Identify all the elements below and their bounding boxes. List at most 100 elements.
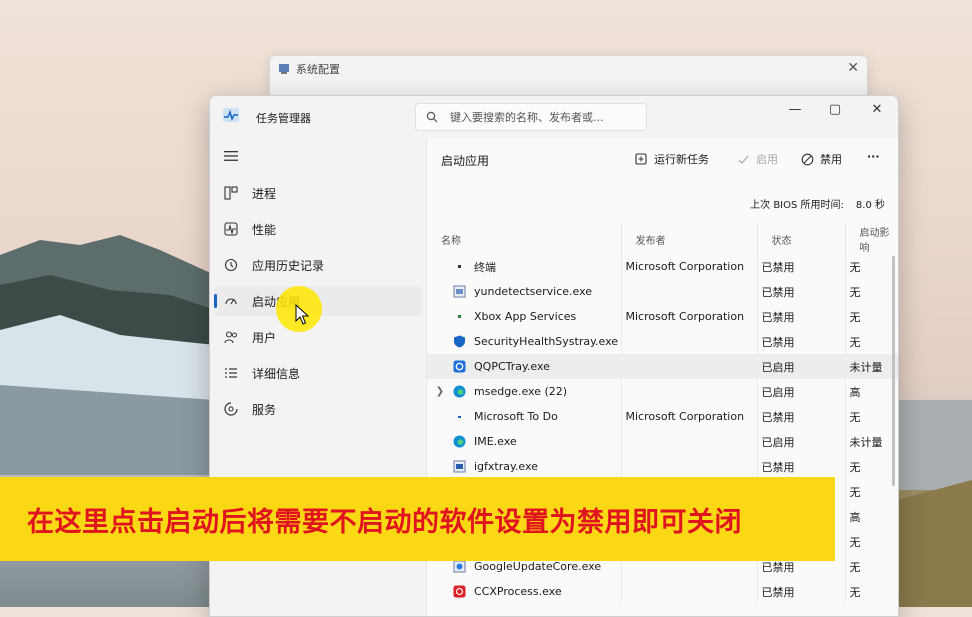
status: 已禁用 — [756, 329, 845, 354]
impact: 无 — [844, 304, 898, 329]
startup-apps-icon — [225, 298, 237, 305]
wallpaper-shore — [897, 400, 972, 607]
impact: 未计量 — [844, 354, 898, 379]
app-name: 终端 — [474, 260, 496, 274]
impact: 无 — [844, 579, 898, 604]
table-row[interactable]: SecurityHealthSystray.exe 已禁用 无 — [427, 329, 898, 354]
table-row[interactable]: CCXProcess.exe 已禁用 无 — [427, 579, 898, 604]
sidebar-item-label: 服务 — [252, 402, 277, 417]
minimize-button[interactable]: — — [780, 100, 810, 120]
app-name: IME.exe — [474, 435, 517, 448]
table-row[interactable]: igfxtray.exe 已禁用 无 — [427, 454, 898, 479]
status: 已禁用 — [756, 254, 845, 279]
block-icon — [801, 153, 814, 165]
app-name: Xbox App Services — [474, 310, 577, 323]
impact: 无 — [844, 254, 898, 279]
table-row[interactable]: yundetectservice.exe 已禁用 无 — [427, 279, 898, 304]
table-row[interactable]: Xbox App Services Microsoft Corporation … — [427, 304, 898, 329]
publisher — [620, 329, 757, 354]
publisher — [620, 579, 757, 604]
run-new-task-button[interactable]: 运行新任务 — [635, 151, 709, 167]
disable-button[interactable]: 禁用 — [801, 151, 842, 167]
status: 已禁用 — [756, 404, 845, 429]
column-publisher[interactable]: 发布者 — [620, 224, 757, 254]
users-icon — [224, 331, 237, 344]
publisher — [620, 354, 757, 379]
impact: 无 — [844, 554, 898, 579]
maximize-button[interactable]: ▢ — [820, 100, 850, 120]
sidebar-item-app-history[interactable]: 应用历史记录 — [214, 250, 422, 280]
sidebar-item-users[interactable]: 用户 — [214, 322, 422, 352]
column-name[interactable]: 名称 — [427, 224, 621, 254]
close-button[interactable]: ✕ — [862, 100, 892, 120]
status: 已启用 — [756, 429, 845, 454]
processes-icon — [224, 186, 238, 200]
bios-label: 上次 BIOS 所用时间: — [750, 200, 844, 211]
bios-time: 上次 BIOS 所用时间: 8.0 秒 — [738, 196, 885, 211]
impact: 无 — [844, 529, 898, 554]
hamburger-menu-icon[interactable] — [224, 150, 238, 162]
app-name: igfxtray.exe — [474, 460, 538, 473]
search-icon — [426, 111, 438, 123]
search-box[interactable]: 键入要搜索的名称、发布者或... — [415, 103, 647, 131]
shield-icon — [454, 335, 465, 348]
expand-chevron-icon[interactable]: ❯ — [427, 386, 453, 397]
publisher — [620, 379, 757, 404]
impact: 未计量 — [844, 429, 898, 454]
table-row[interactable]: 终端 Microsoft Corporation 已禁用 无 — [427, 254, 898, 279]
table-row[interactable]: IME.exe 已启用 未计量 — [427, 429, 898, 454]
table-row[interactable]: QQPCTray.exe 已启用 未计量 — [427, 354, 898, 379]
publisher: Microsoft Corporation — [620, 404, 757, 429]
exe-file-icon — [453, 460, 466, 473]
more-options-button[interactable]: ··· — [867, 150, 880, 163]
publisher: Microsoft Corporation — [620, 254, 757, 279]
details-icon — [225, 368, 237, 378]
status: 已禁用 — [756, 304, 845, 329]
publisher — [620, 429, 757, 454]
app-name: msedge.exe (22) — [474, 385, 568, 398]
adobe-ccx-icon — [453, 585, 466, 598]
impact: 无 — [844, 479, 898, 504]
app-name: QQPCTray.exe — [474, 360, 550, 373]
sidebar-item-services[interactable]: 服务 — [214, 394, 422, 424]
impact: 无 — [844, 454, 898, 479]
sidebar-item-label: 用户 — [252, 330, 277, 345]
impact: 无 — [844, 404, 898, 429]
run-task-icon — [635, 152, 647, 165]
disable-label: 禁用 — [820, 153, 842, 166]
edge-icon — [453, 435, 466, 448]
mouse-pointer-icon — [295, 304, 309, 325]
sidebar-item-label: 进程 — [252, 186, 277, 201]
status: 已禁用 — [756, 579, 845, 604]
enable-label: 启用 — [756, 153, 778, 166]
status: 已启用 — [756, 379, 845, 404]
todo-app-icon — [458, 416, 461, 418]
status: 已禁用 — [756, 279, 845, 304]
google-update-icon — [453, 560, 466, 573]
impact: 无 — [844, 279, 898, 304]
search-placeholder: 键入要搜索的名称、发布者或... — [450, 111, 604, 124]
system-config-titlebar: 系统配置 — [270, 56, 867, 82]
table-row[interactable]: Microsoft To Do Microsoft Corporation 已禁… — [427, 404, 898, 429]
page-title: 启动应用 — [441, 154, 490, 168]
edge-icon — [453, 385, 466, 398]
sidebar-item-performance[interactable]: 性能 — [214, 214, 422, 244]
task-manager-logo-icon — [223, 108, 239, 122]
table-row[interactable]: ❯ msedge.exe (22) 已启用 高 — [427, 379, 898, 404]
sidebar-item-details[interactable]: 详细信息 — [214, 358, 422, 388]
instruction-banner: 在这里点击启动后将需要不启动的软件设置为禁用即可关闭 — [0, 477, 835, 561]
system-config-close-button[interactable]: ✕ — [847, 60, 859, 76]
services-icon — [224, 402, 238, 416]
table-scrollbar[interactable] — [892, 256, 895, 486]
enable-button[interactable]: 启用 — [737, 151, 778, 167]
column-status[interactable]: 状态 — [756, 224, 845, 254]
column-impact[interactable]: 启动影响 — [844, 224, 898, 254]
sidebar-item-processes[interactable]: 进程 — [214, 178, 422, 208]
publisher — [620, 279, 757, 304]
check-icon — [738, 155, 749, 164]
table-header: 名称 发布者 状态 启动影响 — [427, 224, 898, 254]
exe-file-icon — [453, 285, 466, 298]
publisher — [620, 454, 757, 479]
sidebar-item-label: 应用历史记录 — [252, 258, 325, 273]
system-config-icon — [279, 64, 289, 74]
